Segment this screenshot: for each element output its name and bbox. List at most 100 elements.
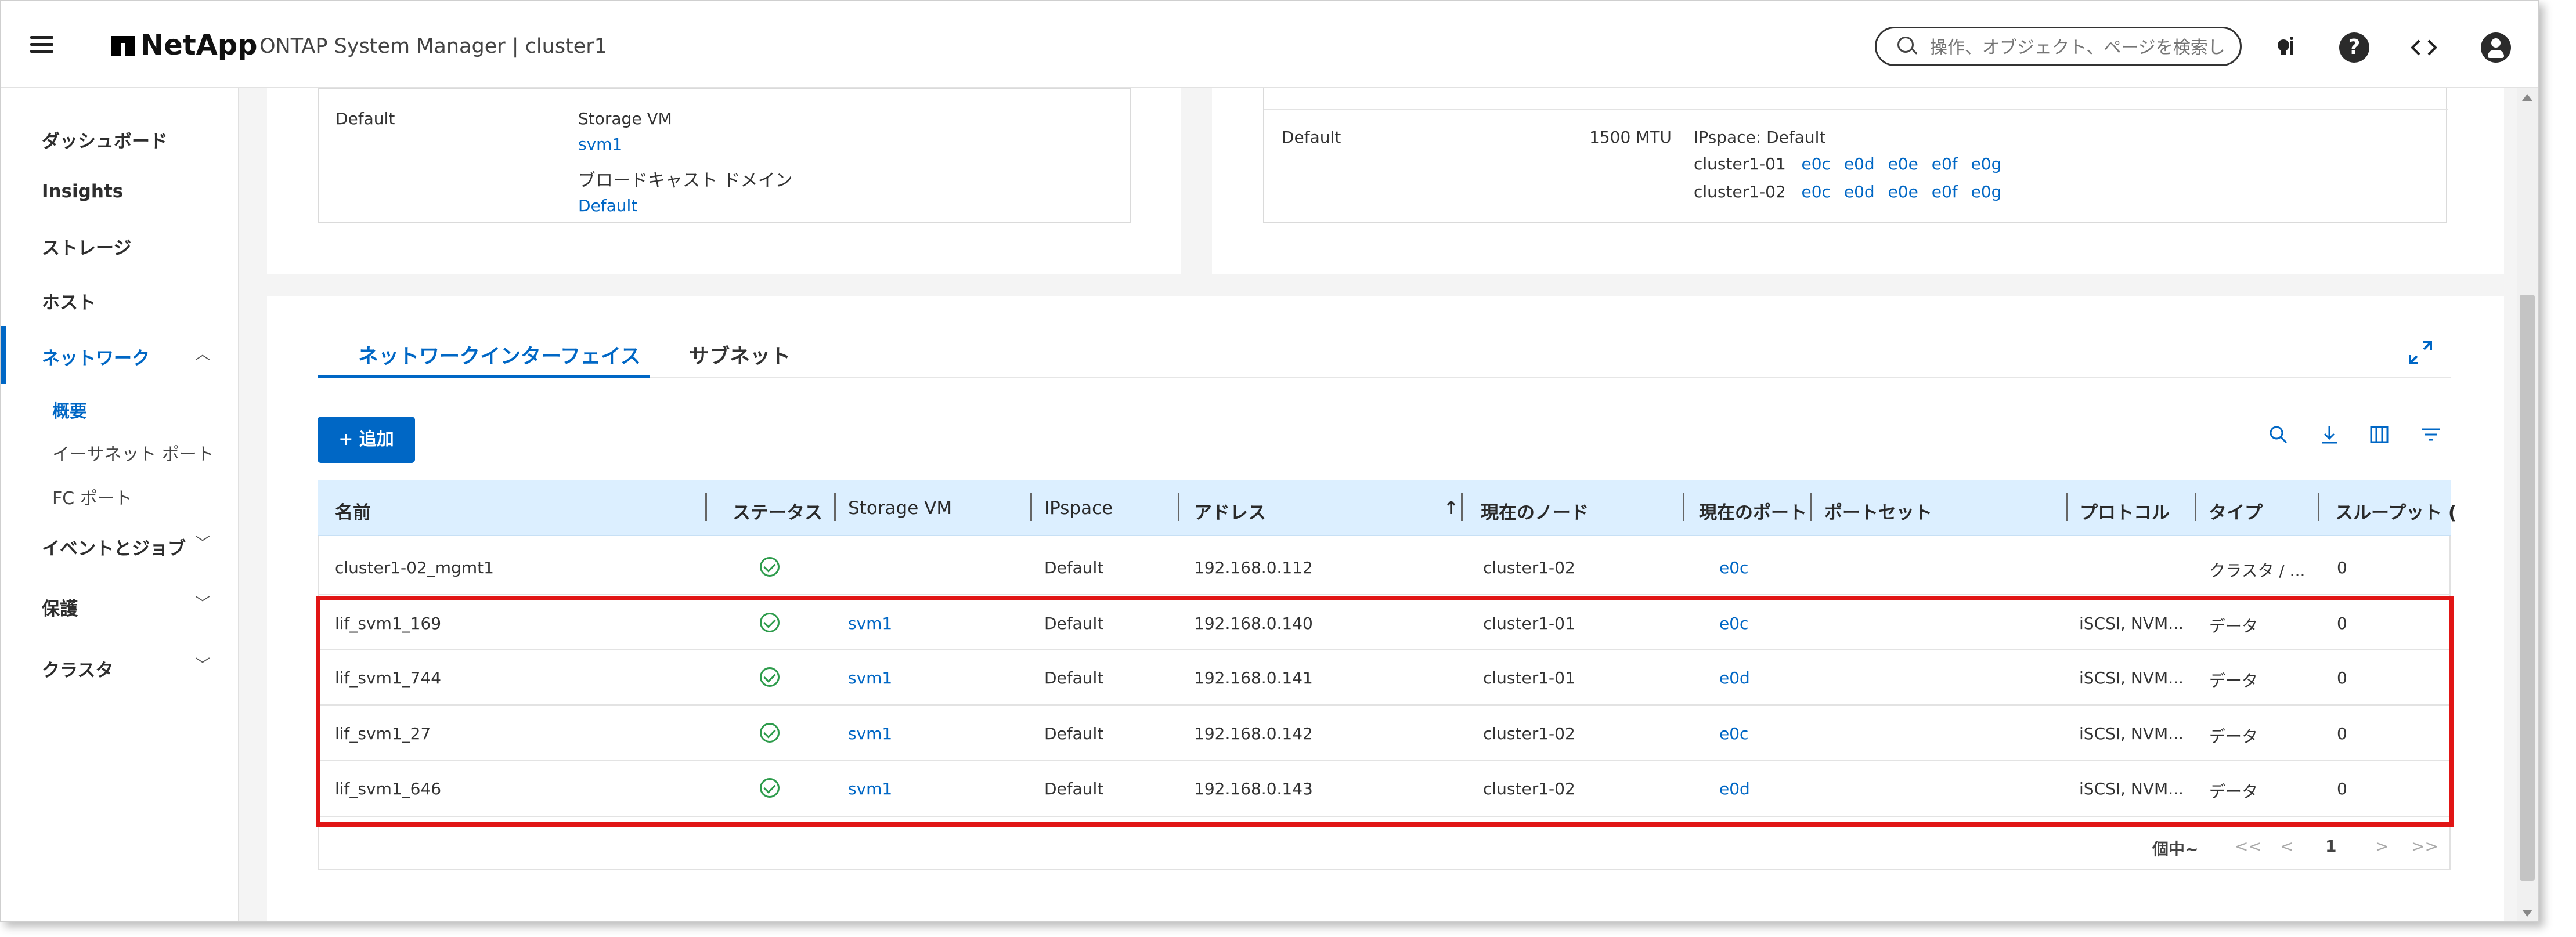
cell-throughput: 0 bbox=[2337, 614, 2347, 633]
cell-port[interactable]: e0c bbox=[1719, 614, 1748, 633]
column-header-status[interactable]: ステータス bbox=[733, 498, 822, 524]
column-header-name[interactable]: 名前 bbox=[335, 498, 371, 524]
scrollbar-thumb[interactable] bbox=[2520, 295, 2535, 881]
port-link[interactable]: e0c bbox=[1802, 154, 1831, 173]
port-link[interactable]: e0e bbox=[1888, 182, 1918, 201]
node-ports-row: cluster1-02 e0c e0d e0e e0f e0g bbox=[1694, 182, 2009, 201]
column-header-ipspace[interactable]: IPspace bbox=[1044, 498, 1113, 519]
search-box[interactable] bbox=[1875, 27, 2242, 66]
sidebar-item-overview[interactable]: 概要 bbox=[52, 397, 87, 422]
column-header-protocol[interactable]: プロトコル bbox=[2080, 498, 2170, 524]
chevron-up-icon[interactable]: ︿ bbox=[195, 342, 210, 364]
cell-port[interactable]: e0d bbox=[1719, 668, 1750, 688]
user-icon[interactable] bbox=[2481, 32, 2511, 63]
scroll-up-icon[interactable] bbox=[2522, 94, 2532, 101]
last-page-button[interactable]: >> bbox=[2411, 837, 2438, 856]
broadcast-domain-label: ブロードキャスト ドメイン bbox=[578, 171, 793, 191]
cell-type: データ bbox=[2209, 727, 2258, 746]
code-icon[interactable] bbox=[2409, 32, 2439, 63]
cell-storage-vm[interactable]: svm1 bbox=[848, 614, 892, 633]
chevron-down-icon[interactable]: ﹀ bbox=[195, 592, 210, 613]
sidebar-item-storage[interactable]: ストレージ bbox=[42, 233, 131, 259]
broadcast-domain-link[interactable]: Default bbox=[578, 196, 637, 215]
cell-port[interactable]: e0c bbox=[1719, 558, 1748, 577]
tab-subnets[interactable]: サブネット bbox=[689, 340, 791, 370]
status-ok-icon bbox=[760, 557, 780, 577]
sidebar-item-events-jobs[interactable]: イベントとジョブ bbox=[42, 534, 186, 560]
pagination-summary: 個中~ bbox=[2152, 840, 2199, 859]
columns-icon[interactable] bbox=[2369, 425, 2389, 450]
storage-vm-link[interactable]: svm1 bbox=[578, 135, 622, 154]
first-page-button[interactable]: << bbox=[2235, 837, 2262, 856]
status-ok-icon bbox=[760, 667, 780, 687]
cell-throughput: 0 bbox=[2337, 724, 2347, 743]
sidebar-item-protection[interactable]: 保護 bbox=[42, 594, 78, 620]
product-title: ONTAP System Manager | cluster1 bbox=[259, 35, 607, 58]
column-header-throughput[interactable]: スループット ( bbox=[2335, 498, 2456, 524]
cell-name: lif_svm1_744 bbox=[335, 668, 442, 688]
port-link[interactable]: e0d bbox=[1844, 154, 1875, 173]
port-link[interactable]: e0f bbox=[1932, 182, 1958, 201]
column-header-type[interactable]: タイプ bbox=[2209, 498, 2263, 524]
node-name: cluster1-02 bbox=[1694, 182, 1786, 201]
port-link[interactable]: e0g bbox=[1971, 154, 2002, 173]
sidebar-item-network[interactable]: ネットワーク bbox=[42, 343, 150, 370]
search-input[interactable] bbox=[1929, 34, 2233, 61]
chevron-down-icon[interactable]: ﹀ bbox=[195, 653, 210, 675]
chevron-down-icon[interactable]: ﹀ bbox=[195, 531, 210, 553]
cell-ipspace: Default bbox=[1044, 724, 1104, 743]
cell-node: cluster1-02 bbox=[1483, 779, 1575, 798]
cell-address: 192.168.0.140 bbox=[1194, 614, 1313, 633]
cell-port[interactable]: e0d bbox=[1719, 779, 1750, 798]
cell-storage-vm[interactable]: svm1 bbox=[848, 779, 892, 798]
cell-storage-vm[interactable]: svm1 bbox=[848, 724, 892, 743]
download-icon[interactable] bbox=[2319, 425, 2339, 450]
sidebar-item-ethernet-ports[interactable]: イーサネット ポート bbox=[52, 440, 214, 465]
add-button[interactable]: + 追加 bbox=[318, 417, 415, 463]
sidebar-item-cluster[interactable]: クラスタ bbox=[42, 656, 113, 682]
help-icon[interactable]: ? bbox=[2339, 32, 2369, 63]
cell-name: lif_svm1_27 bbox=[335, 724, 431, 743]
port-link[interactable]: e0e bbox=[1888, 154, 1918, 173]
menu-icon[interactable] bbox=[30, 36, 53, 53]
column-header-storage-vm[interactable]: Storage VM bbox=[848, 498, 952, 519]
sidebar-item-fc-ports[interactable]: FC ポート bbox=[52, 484, 132, 509]
table-header: 名前 ステータス Storage VM IPspace アドレス ↑ 現在のノー… bbox=[318, 480, 2456, 536]
scroll-down-icon[interactable] bbox=[2522, 910, 2532, 917]
next-page-button[interactable]: > bbox=[2375, 837, 2389, 856]
cell-node: cluster1-01 bbox=[1483, 614, 1575, 633]
tab-network-interfaces[interactable]: ネットワークインターフェイス bbox=[358, 340, 641, 370]
port-link[interactable]: e0d bbox=[1844, 182, 1875, 201]
cell-storage-vm[interactable]: svm1 bbox=[848, 668, 892, 688]
sidebar-item-dashboard[interactable]: ダッシュボード bbox=[42, 126, 168, 153]
port-link[interactable]: e0g bbox=[1971, 182, 2002, 201]
cell-port[interactable]: e0c bbox=[1719, 724, 1748, 743]
search-icon[interactable] bbox=[2268, 425, 2288, 450]
port-link[interactable]: e0c bbox=[1802, 182, 1831, 201]
sidebar-item-hosts[interactable]: ホスト bbox=[42, 288, 96, 314]
sidebar-item-insights[interactable]: Insights bbox=[42, 181, 123, 202]
bulb-icon[interactable] bbox=[2272, 32, 2302, 63]
column-header-current-node[interactable]: 現在のノード bbox=[1481, 498, 1589, 524]
current-page: 1 bbox=[2325, 837, 2337, 856]
column-header-port-set[interactable]: ポートセット bbox=[1824, 498, 1932, 524]
vertical-scrollbar[interactable] bbox=[2517, 88, 2538, 921]
column-header-current-port[interactable]: 現在のポート bbox=[1699, 498, 1807, 524]
port-link[interactable]: e0f bbox=[1932, 154, 1958, 173]
expand-icon[interactable] bbox=[2407, 339, 2434, 369]
cell-address: 192.168.0.112 bbox=[1194, 558, 1313, 577]
cell-node: cluster1-02 bbox=[1483, 724, 1575, 743]
app-window: NetApp ONTAP System Manager | cluster1 ?… bbox=[0, 0, 2539, 922]
prev-page-button[interactable]: < bbox=[2280, 837, 2293, 856]
sidebar: ダッシュボード Insights ストレージ ホスト ネットワーク ︿ 概要 イ… bbox=[1, 88, 239, 921]
node-name: cluster1-01 bbox=[1694, 154, 1786, 173]
top-header: NetApp ONTAP System Manager | cluster1 ? bbox=[1, 1, 2538, 88]
cell-throughput: 0 bbox=[2337, 668, 2347, 688]
sort-ascending-icon[interactable]: ↑ bbox=[1444, 498, 1459, 519]
status-ok-icon bbox=[760, 723, 780, 743]
cell-type: データ bbox=[2209, 782, 2258, 801]
column-header-address[interactable]: アドレス bbox=[1194, 498, 1266, 524]
cell-ipspace: Default bbox=[1044, 614, 1104, 633]
cell-address: 192.168.0.143 bbox=[1194, 779, 1313, 798]
filter-icon[interactable] bbox=[2420, 425, 2441, 450]
